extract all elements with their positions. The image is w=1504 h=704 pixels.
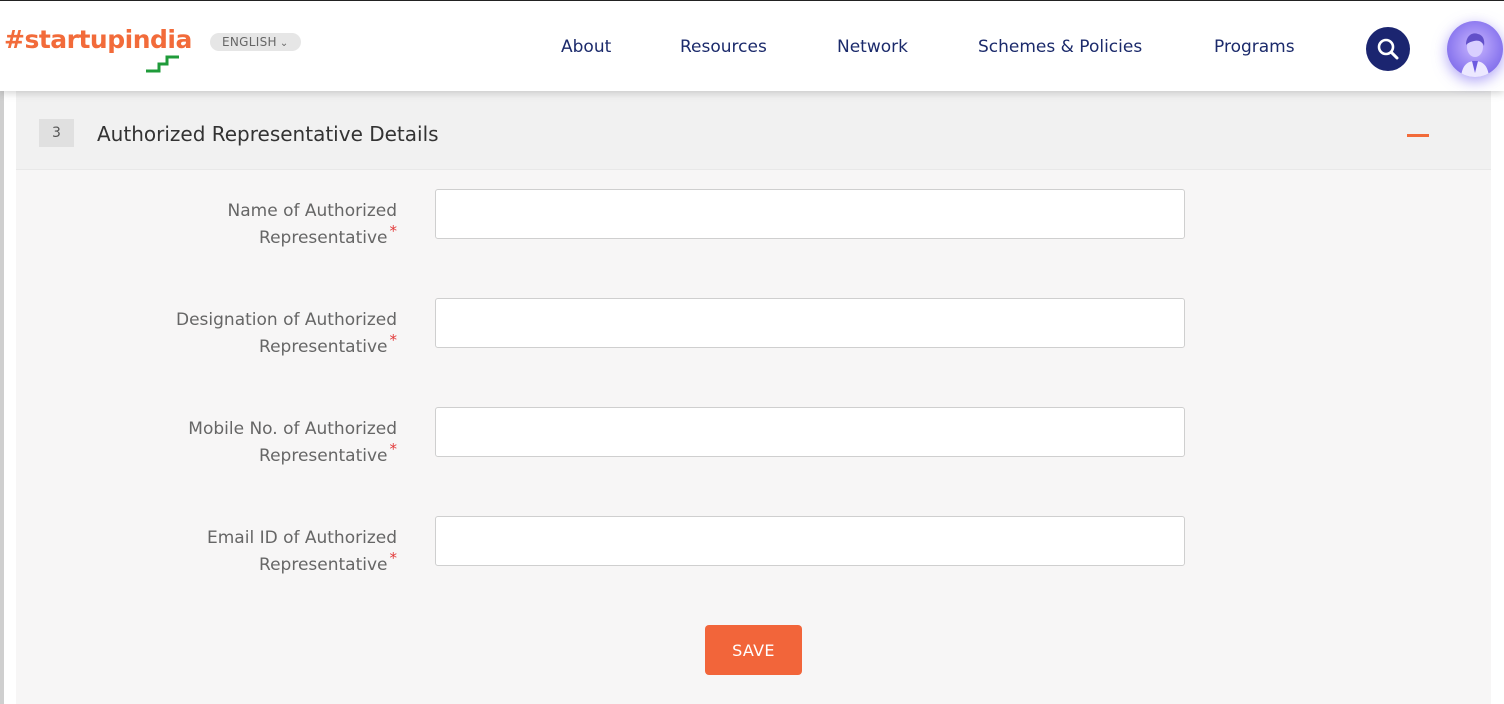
authorized-mobile-input[interactable] [435, 407, 1185, 457]
name-label-line1: Name of Authorized [227, 201, 397, 221]
startupindia-logo[interactable]: #startupindia [4, 25, 192, 54]
name-field-label: Name of Authorized Representative * [147, 198, 397, 252]
mobile-label-line2: Representative [259, 446, 388, 466]
chevron-down-icon: ⌄ [279, 38, 289, 49]
user-avatar-icon [1461, 33, 1489, 77]
designation-label-line1: Designation of Authorized [176, 310, 397, 330]
nav-schemes-policies[interactable]: Schemes & Policies [978, 37, 1142, 57]
save-button[interactable]: SAVE [705, 625, 802, 675]
designation-field-label: Designation of Authorized Representative… [147, 307, 397, 361]
top-header: #startupindia ENGLISH ⌄ About Resources N… [0, 0, 1504, 91]
nav-resources[interactable]: Resources [680, 37, 767, 57]
required-marker: * [389, 440, 398, 458]
email-label-line2: Representative [259, 555, 388, 575]
mobile-field-label: Mobile No. of Authorized Representative * [147, 416, 397, 470]
name-label-line2: Representative [259, 228, 388, 248]
nav-programs[interactable]: Programs [1214, 37, 1295, 57]
search-button[interactable] [1366, 27, 1410, 71]
section-title: Authorized Representative Details [97, 122, 439, 146]
authorized-representative-section: 3 Authorized Representative Details Name… [16, 91, 1491, 704]
authorized-name-input[interactable] [435, 189, 1185, 239]
user-avatar-button[interactable] [1447, 21, 1503, 77]
required-marker: * [389, 549, 398, 567]
mobile-label-line1: Mobile No. of Authorized [188, 419, 397, 439]
language-selector[interactable]: ENGLISH ⌄ [210, 33, 301, 51]
left-scroll-edge [0, 91, 4, 704]
required-marker: * [389, 222, 398, 240]
logo-steps-icon [146, 55, 179, 73]
nav-about[interactable]: About [561, 37, 611, 57]
email-field-label: Email ID of Authorized Representative * [147, 525, 397, 579]
minus-icon[interactable] [1407, 134, 1429, 137]
language-label: ENGLISH [222, 35, 277, 49]
designation-label-line2: Representative [259, 337, 388, 357]
nav-network[interactable]: Network [837, 37, 908, 57]
logo-india: india [124, 25, 193, 54]
authorized-email-input[interactable] [435, 516, 1185, 566]
email-label-line1: Email ID of Authorized [207, 528, 397, 548]
section-header[interactable]: 3 Authorized Representative Details [16, 91, 1491, 170]
required-marker: * [389, 331, 398, 349]
logo-hash: # [4, 25, 25, 54]
step-number-badge: 3 [39, 119, 74, 147]
search-icon [1377, 38, 1399, 60]
authorized-designation-input[interactable] [435, 298, 1185, 348]
logo-startup: startup [24, 25, 125, 54]
